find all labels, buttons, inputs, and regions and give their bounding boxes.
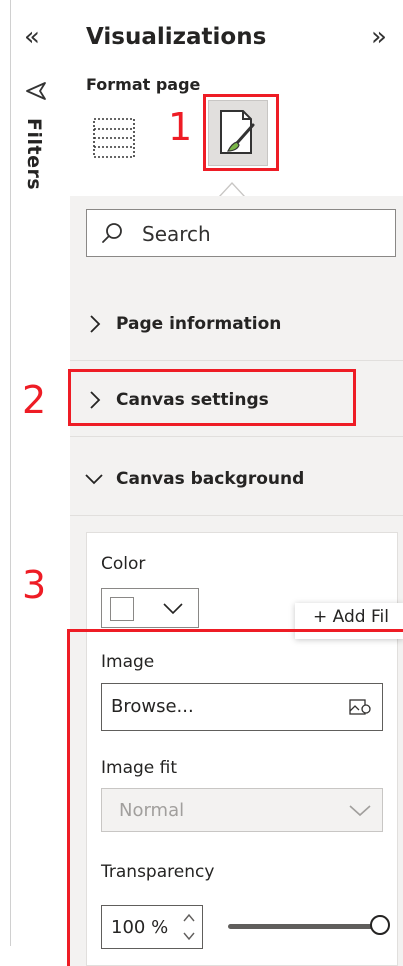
search-input[interactable]: Search [86,209,396,257]
section-canvas-background[interactable]: Canvas background [70,445,403,516]
double-chevron-left-icon[interactable]: « [24,22,40,52]
annotation-box-1 [203,94,279,171]
chevron-down-icon [163,603,183,615]
annotation-box-3 [67,629,403,966]
table-grid-icon[interactable] [92,116,136,160]
annotation-number-2: 2 [22,378,47,422]
rail-divider [10,0,11,946]
annotation-box-2 [68,369,356,426]
search-placeholder: Search [142,222,211,246]
section-label: Page information [116,314,282,334]
double-chevron-right-icon[interactable]: » [371,22,387,52]
annotation-number-1: 1 [168,105,193,149]
format-page-label: Format page [86,75,201,94]
chevron-right-icon [90,315,101,333]
filter-icon[interactable] [25,80,47,104]
section-label: Canvas background [116,469,305,489]
annotation-number-3: 3 [22,563,47,607]
chevron-down-icon [85,474,103,485]
tooltip-text: + Add Fil [313,607,389,627]
pane-title: Visualizations [86,24,267,50]
color-swatch [110,597,134,621]
search-icon [102,223,122,243]
filters-label[interactable]: Filters [23,118,45,190]
color-picker[interactable] [101,588,199,628]
color-label: Color [101,554,146,574]
section-page-information[interactable]: Page information [70,290,403,361]
